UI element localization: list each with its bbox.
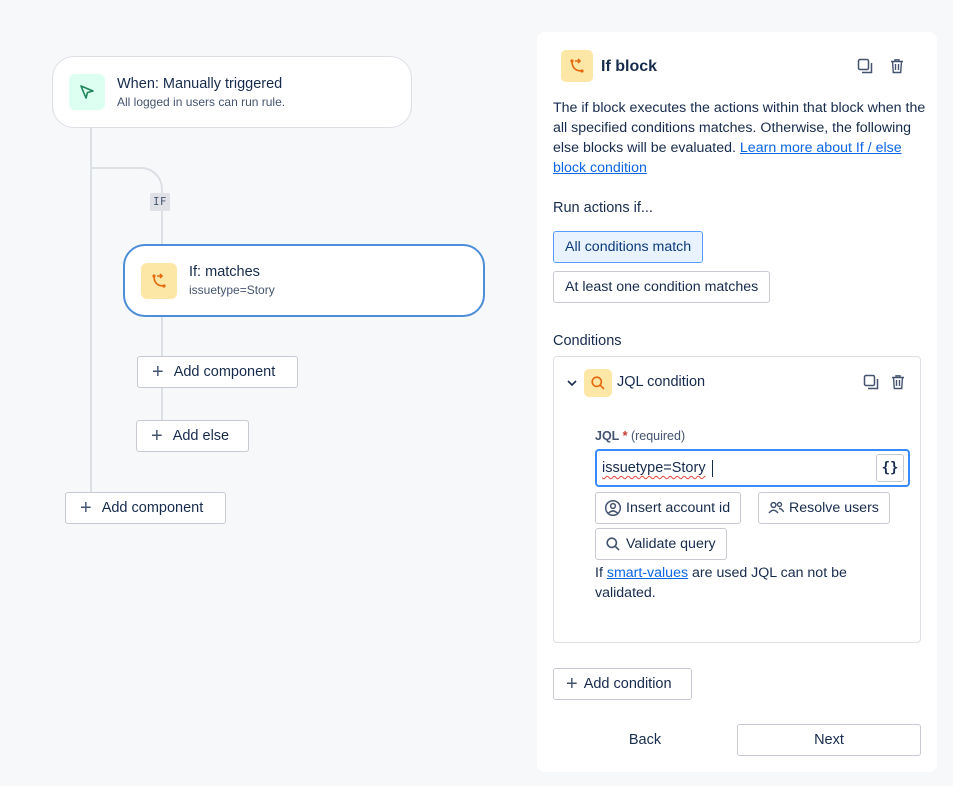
- all-conditions-match-option[interactable]: All conditions match: [553, 231, 704, 263]
- plus-icon: +: [152, 361, 164, 383]
- jql-field-label: JQL * (required): [595, 429, 685, 443]
- outer-add-component-label: Add component: [101, 500, 204, 516]
- smart-values-link[interactable]: smart-values: [607, 565, 688, 581]
- plus-icon: +: [151, 425, 163, 447]
- if-node-subtitle: issuetype=Story: [189, 283, 275, 297]
- inner-add-component-label: Add component: [173, 364, 276, 380]
- next-button[interactable]: Next: [737, 724, 921, 756]
- add-else-label: Add else: [172, 428, 230, 444]
- outer-add-component-button[interactable]: + Add component: [65, 492, 226, 524]
- copy-icon[interactable]: [855, 56, 875, 76]
- insert-account-id-button[interactable]: Insert account id: [595, 492, 742, 524]
- jql-input[interactable]: issuetype=Story {}: [595, 449, 910, 487]
- trigger-title: When: Manually triggered: [117, 75, 283, 92]
- trash-icon[interactable]: [887, 56, 907, 76]
- panel-title: If block: [601, 58, 658, 75]
- if-block-panel: If block The if block executes the actio…: [537, 32, 937, 772]
- branch-icon: [141, 262, 177, 299]
- add-condition-button[interactable]: + Add condition: [553, 668, 692, 700]
- chevron-down-icon[interactable]: [566, 377, 578, 392]
- conditions-label: Conditions: [553, 333, 622, 349]
- panel-description: The if block executes the actions within…: [553, 98, 927, 178]
- if-node[interactable]: If: matches issuetype=Story: [123, 244, 485, 317]
- smart-value-button[interactable]: {}: [876, 454, 904, 482]
- jql-input-value[interactable]: issuetype=Story: [597, 460, 876, 476]
- run-actions-label: Run actions if...: [553, 200, 653, 216]
- condition-title: JQL condition: [617, 374, 706, 390]
- people-icon: [768, 501, 785, 514]
- trigger-subtitle: All logged in users can run rule.: [117, 94, 286, 109]
- at-least-one-condition-option[interactable]: At least one condition matches: [553, 271, 771, 303]
- trigger-node[interactable]: When: Manually triggered All logged in u…: [52, 56, 412, 128]
- note-prefix: If: [595, 565, 603, 581]
- required-mark: *: [622, 429, 628, 443]
- branch-icon: [561, 50, 593, 82]
- branch-connector-line: [161, 205, 163, 245]
- trash-icon[interactable]: [888, 372, 908, 392]
- required-text: (required): [630, 429, 686, 443]
- search-icon: [584, 369, 612, 397]
- add-condition-label: Add condition: [583, 676, 672, 692]
- add-else-button[interactable]: + Add else: [136, 420, 249, 452]
- account-icon: [604, 499, 622, 517]
- copy-icon[interactable]: [861, 372, 881, 392]
- if-node-title: If: matches: [189, 264, 260, 280]
- insert-account-id-label: Insert account id: [626, 500, 731, 516]
- plus-icon: +: [566, 673, 578, 695]
- cursor-icon: [69, 74, 105, 110]
- validate-query-label: Validate query: [626, 536, 716, 552]
- inner-add-component-button[interactable]: + Add component: [137, 356, 298, 388]
- jql-condition-card: JQL condition JQL * (required) issuetype…: [553, 356, 921, 643]
- smart-values-note: If smart-values are used JQL can not be …: [595, 563, 895, 603]
- resolve-users-button[interactable]: Resolve users: [758, 492, 890, 524]
- back-button[interactable]: Back: [553, 724, 737, 756]
- if-branch-badge: IF: [150, 193, 170, 211]
- resolve-users-label: Resolve users: [789, 500, 879, 516]
- search-icon: [606, 537, 620, 551]
- jql-label-text: JQL: [595, 429, 620, 443]
- plus-icon: +: [80, 497, 92, 519]
- validate-query-button[interactable]: Validate query: [595, 528, 727, 560]
- text-caret: [712, 459, 713, 477]
